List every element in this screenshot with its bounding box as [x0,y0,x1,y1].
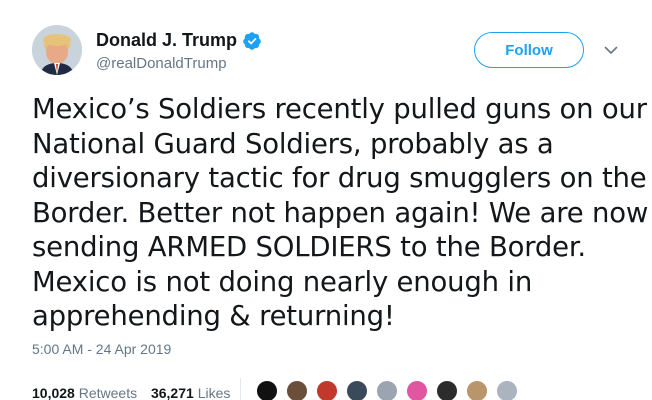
follow-button[interactable]: Follow [474,32,584,68]
retweets-count: 10,028 [32,385,75,400]
tweet-text-line: National Guard Soldiers, probably as a [32,127,554,160]
tweet-stats: 10,028 Retweets 36,271 Likes [32,385,240,400]
likes-label: Likes [197,385,231,400]
liker-avatar[interactable] [346,380,368,400]
avatar-image [32,25,82,75]
retweets-label: Retweets [78,385,138,400]
liker-avatar[interactable] [406,380,428,400]
tweet-text-line: Mexico’s Soldiers recently pulled guns o… [32,93,647,125]
tweet-text-line: diversionary tactic for drug smugglers o… [32,162,647,194]
likes-count: 36,271 [150,385,194,400]
tweet-timestamp[interactable]: 5:00 AM - 24 Apr 2019 [32,341,171,357]
tweet-text-line: Border. Better not happen again! We are … [32,196,649,229]
author-display-name[interactable]: Donald J. Trump [96,30,237,51]
tweet-text: Mexico’s Soldiers recently pulled guns o… [32,92,649,334]
liker-avatar[interactable] [286,380,308,400]
author-handle[interactable]: @realDonaldTrump [96,55,227,72]
likes-stat[interactable]: 36,271 Likes [151,385,230,400]
tweet-text-line: sending ARMED SOLDIERS to the Border. [32,231,586,263]
tweet-text-line: apprehending & returning! [32,300,395,332]
liker-avatar[interactable] [316,380,338,400]
retweets-stat[interactable]: 10,028 Retweets [32,385,137,400]
tweet-header: Donald J. Trump @realDonaldTrump Follow [0,0,652,90]
liker-avatar[interactable] [436,380,458,400]
avatar[interactable] [32,25,82,75]
chevron-down-icon[interactable] [603,42,619,58]
liker-avatar[interactable] [496,380,518,400]
tweet-text-line: Mexico is not doing nearly enough in [32,265,533,298]
stats-divider [240,378,241,400]
verified-badge-icon [243,32,261,50]
liker-avatar[interactable] [256,380,278,400]
liker-avatar[interactable] [376,380,398,400]
liker-avatar[interactable] [466,380,488,400]
